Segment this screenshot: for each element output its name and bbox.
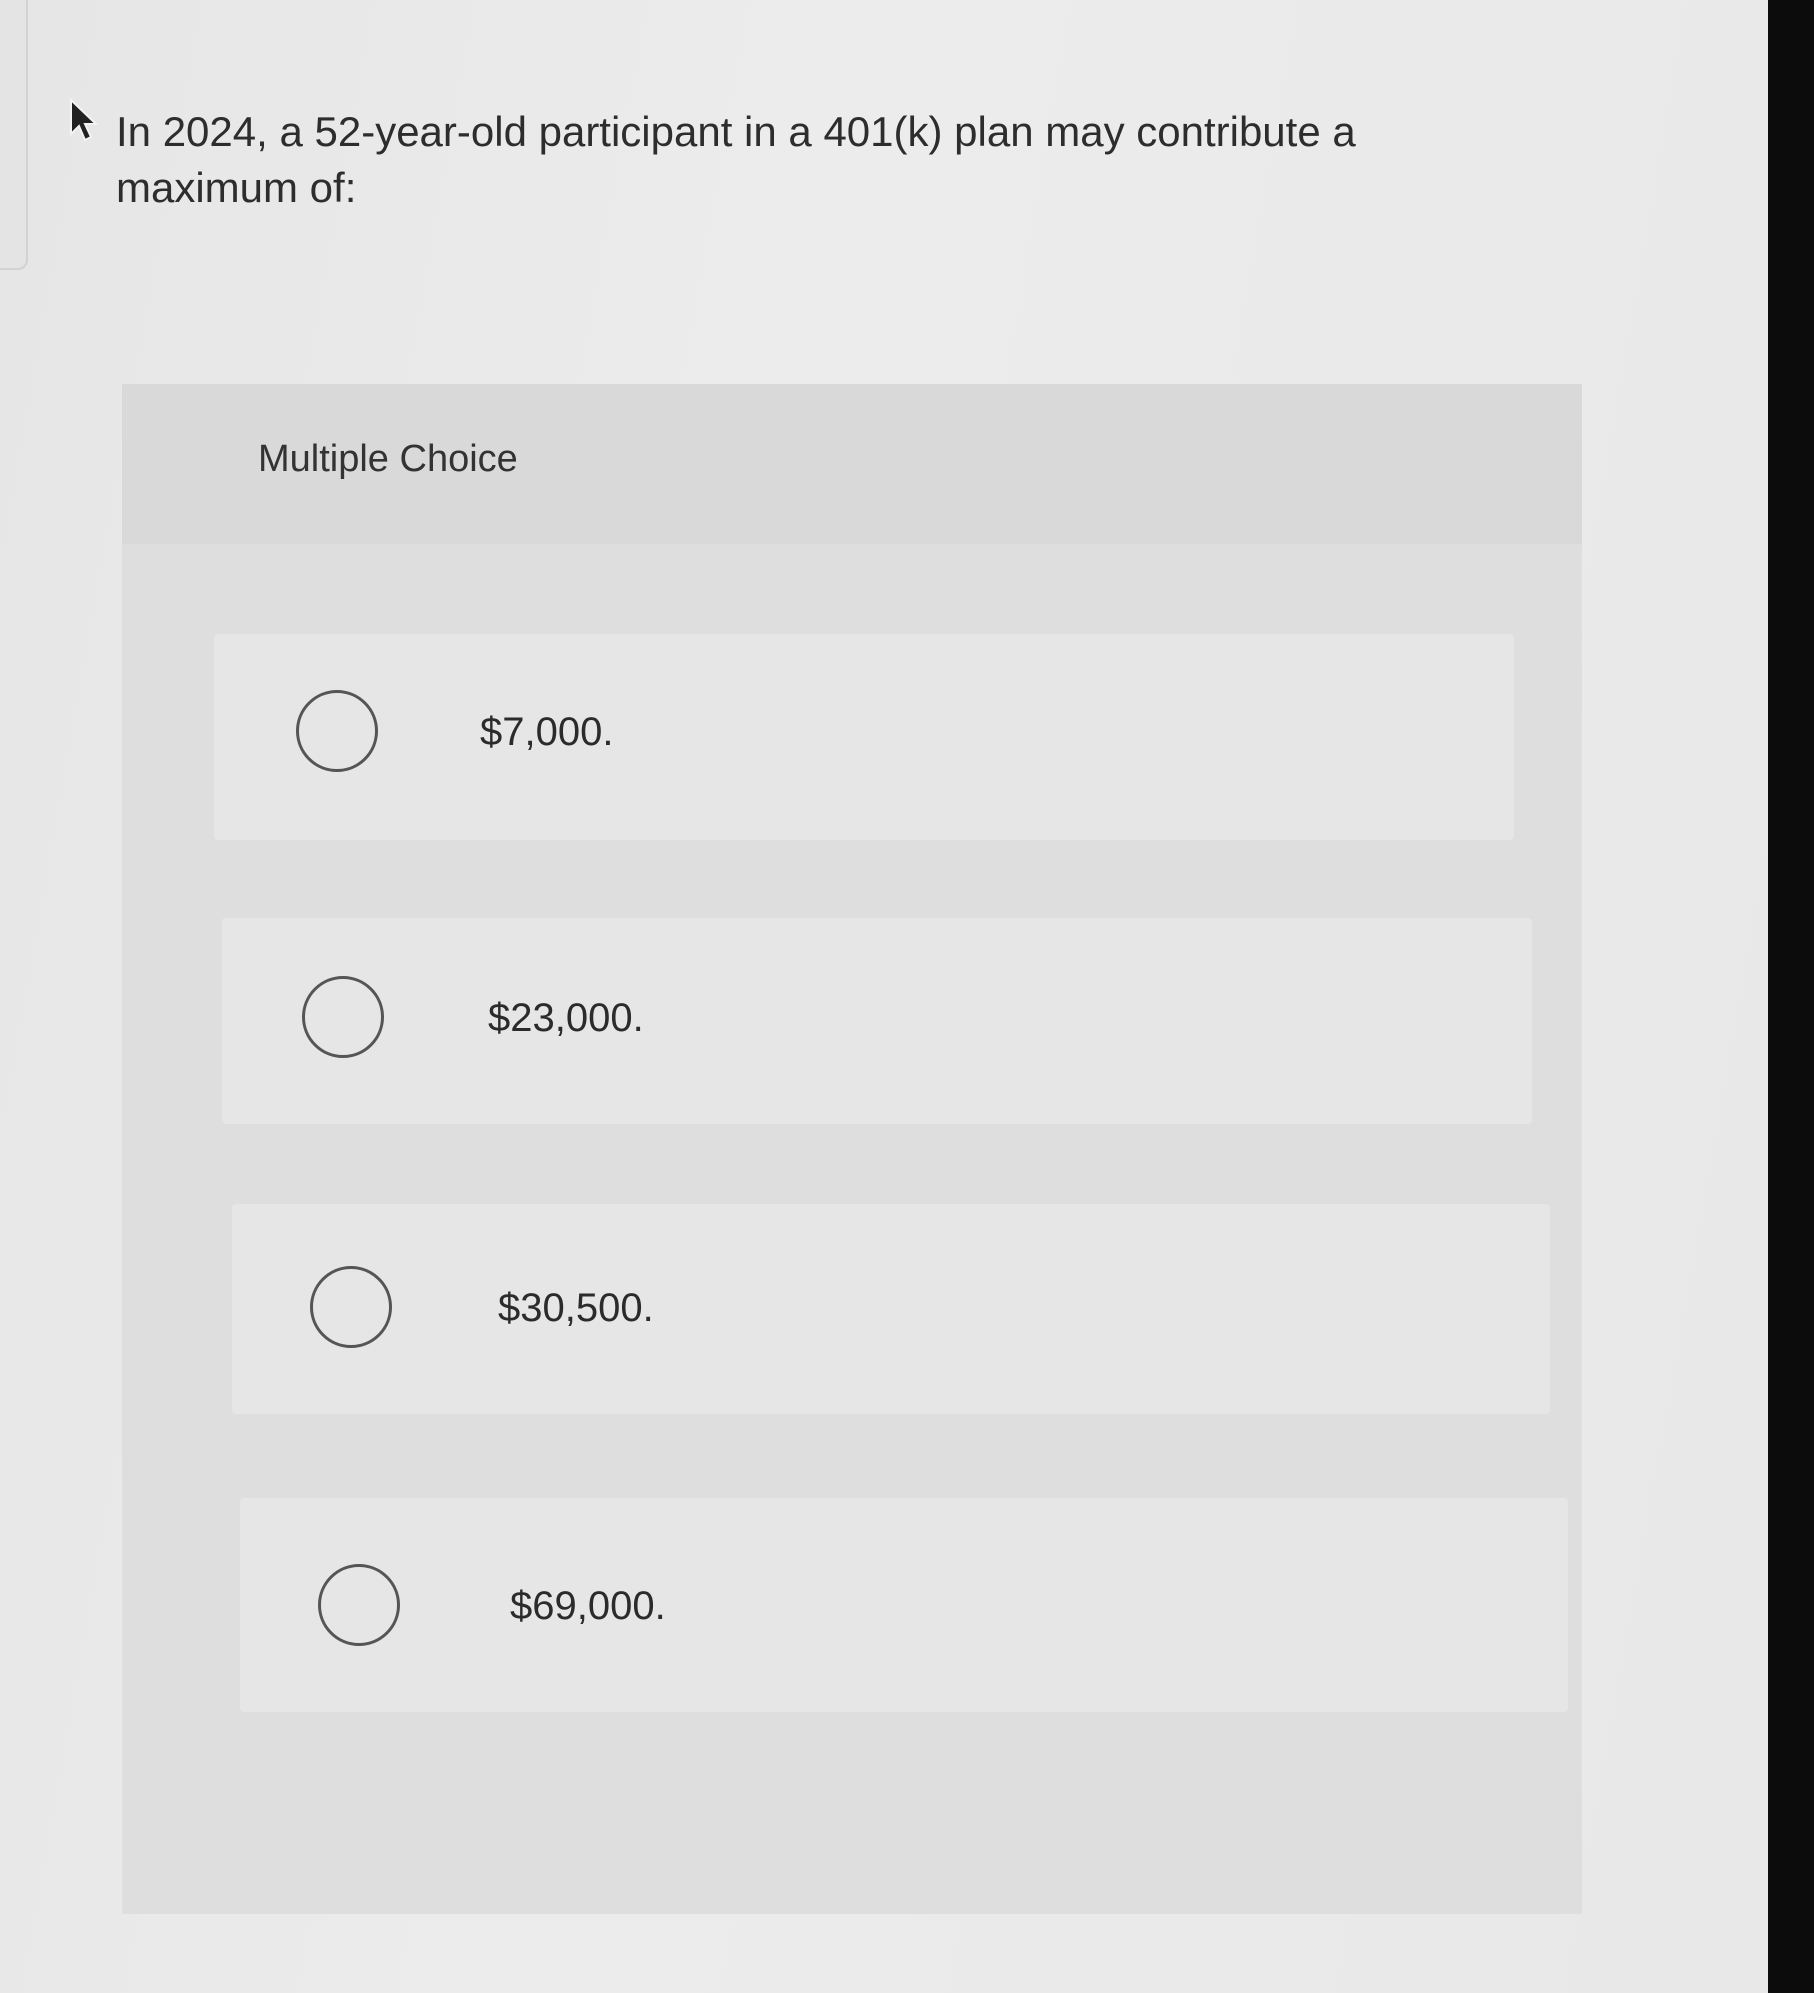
radio-button-icon[interactable] bbox=[318, 1564, 400, 1646]
device-bezel bbox=[1768, 0, 1814, 1993]
radio-button-icon[interactable] bbox=[296, 690, 378, 772]
answer-option-2[interactable]: $23,000. bbox=[222, 918, 1532, 1124]
side-tab[interactable] bbox=[0, 0, 28, 270]
multiple-choice-label: Multiple Choice bbox=[258, 438, 518, 480]
screen: In 2024, a 52-year-old participant in a … bbox=[0, 0, 1768, 1993]
answer-option-3[interactable]: $30,500. bbox=[232, 1204, 1550, 1414]
mouse-cursor-icon bbox=[70, 98, 99, 142]
answer-option-1[interactable]: $7,000. bbox=[214, 634, 1514, 840]
multiple-choice-header: Multiple Choice bbox=[122, 384, 1582, 544]
question-text: In 2024, a 52-year-old participant in a … bbox=[116, 108, 1356, 211]
option-label: $69,000. bbox=[510, 1584, 666, 1628]
answer-option-4[interactable]: $69,000. bbox=[240, 1498, 1568, 1712]
option-label: $7,000. bbox=[480, 710, 614, 754]
option-label: $23,000. bbox=[488, 996, 644, 1040]
radio-button-icon[interactable] bbox=[310, 1266, 392, 1348]
radio-button-icon[interactable] bbox=[302, 976, 384, 1058]
option-label: $30,500. bbox=[498, 1286, 654, 1330]
multiple-choice-panel: Multiple Choice $7,000. $23,000. $30,500… bbox=[122, 384, 1582, 1914]
